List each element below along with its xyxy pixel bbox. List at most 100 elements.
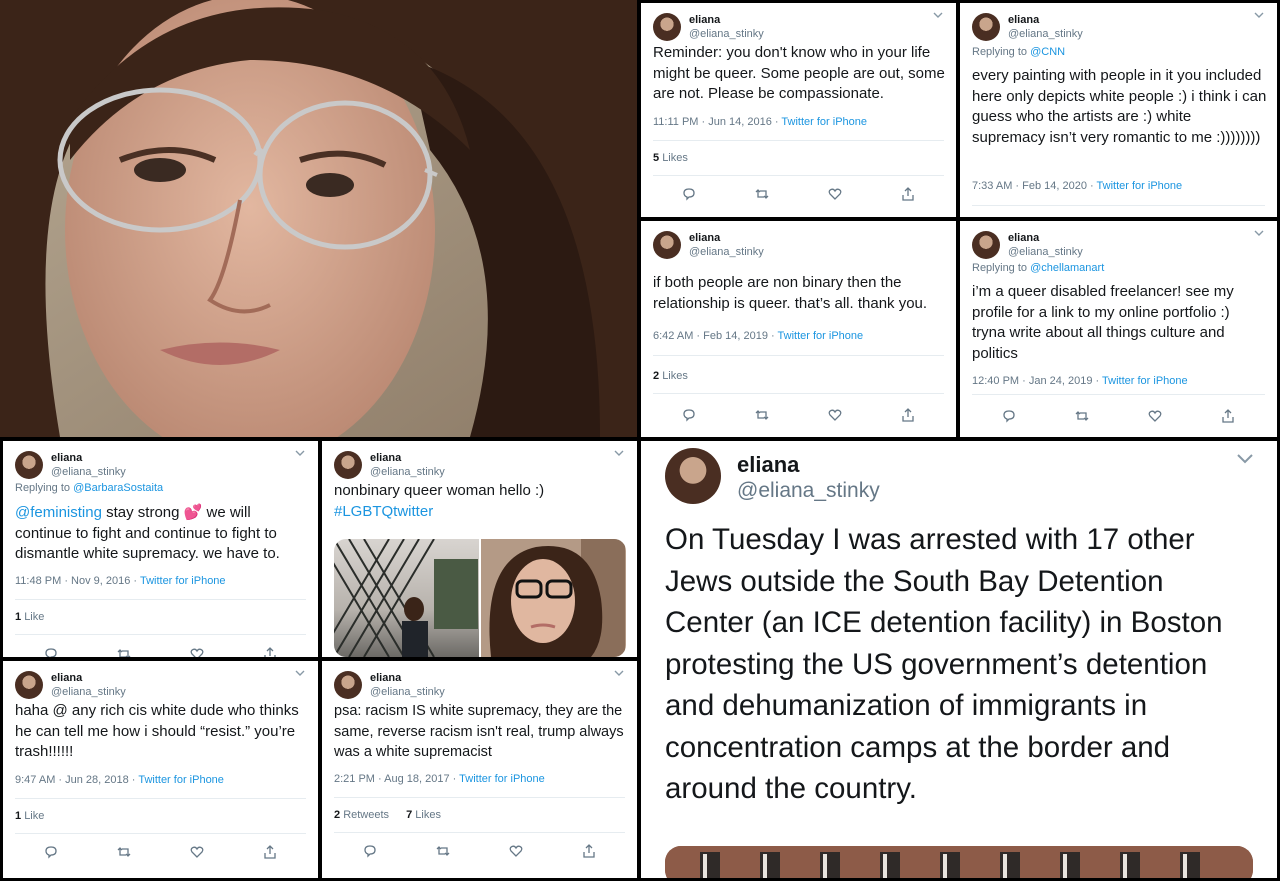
share-icon[interactable]: [262, 844, 278, 860]
display-name[interactable]: eliana: [51, 671, 126, 685]
tweet-card[interactable]: eliana @eliana_stinky if both people are…: [641, 221, 956, 437]
avatar[interactable]: [665, 448, 721, 504]
tweet-card[interactable]: eliana @eliana_stinky Reminder: you don'…: [641, 3, 956, 217]
tweet-card[interactable]: eliana @eliana_stinky Replying to @chell…: [960, 221, 1277, 437]
likes-stat[interactable]: 7 Likes: [406, 809, 441, 821]
tweet-source[interactable]: Twitter for iPhone: [1097, 180, 1183, 192]
like-icon[interactable]: [1147, 408, 1163, 424]
retweet-icon[interactable]: [754, 407, 770, 423]
tweet-source[interactable]: Twitter for iPhone: [138, 774, 224, 786]
tweet-timestamp[interactable]: 6:42 AM · Feb 14, 2019: [653, 330, 768, 342]
avatar[interactable]: [334, 671, 362, 699]
retweet-icon[interactable]: [435, 843, 451, 859]
reply-icon[interactable]: [43, 844, 59, 860]
tweet-stats[interactable]: 1 Like: [15, 810, 44, 822]
display-name[interactable]: eliana: [370, 671, 445, 685]
tweet-card[interactable]: eliana @eliana_stinky psa: racism IS whi…: [322, 661, 637, 878]
username[interactable]: @eliana_stinky: [51, 685, 126, 699]
chevron-down-icon[interactable]: [1253, 227, 1265, 239]
mention-link[interactable]: @CNN: [1030, 46, 1065, 58]
display-name[interactable]: eliana: [370, 451, 445, 465]
likes-label: Like: [24, 810, 45, 822]
tweet-card-large[interactable]: eliana @eliana_stinky On Tuesday I was a…: [641, 441, 1277, 878]
like-icon[interactable]: [827, 407, 843, 423]
reply-icon[interactable]: [681, 186, 697, 202]
display-name[interactable]: eliana: [1008, 13, 1083, 27]
reply-icon[interactable]: [43, 646, 59, 657]
username[interactable]: @eliana_stinky: [689, 27, 764, 41]
chevron-down-icon[interactable]: [613, 447, 625, 459]
reply-icon[interactable]: [362, 843, 378, 859]
username[interactable]: @eliana_stinky: [689, 245, 764, 259]
display-name[interactable]: eliana: [1008, 231, 1083, 245]
chevron-down-icon[interactable]: [932, 9, 944, 21]
tweet-card[interactable]: eliana @eliana_stinky Replying to @CNN e…: [960, 3, 1277, 217]
chevron-down-icon[interactable]: [1235, 449, 1255, 469]
display-name[interactable]: eliana: [689, 13, 764, 27]
avatar[interactable]: [653, 13, 681, 41]
tweet-timestamp[interactable]: 11:48 PM · Nov 9, 2016: [15, 575, 130, 587]
username[interactable]: @eliana_stinky: [51, 465, 126, 479]
mention-link[interactable]: @BarbaraSostaita: [73, 482, 163, 494]
media-photo-fence[interactable]: [334, 539, 479, 657]
tweet-timestamp[interactable]: 12:40 PM · Jan 24, 2019: [972, 375, 1092, 387]
tweet-source[interactable]: Twitter for iPhone: [778, 330, 864, 342]
tweet-timestamp[interactable]: 2:21 PM · Aug 18, 2017: [334, 773, 450, 785]
mention-link[interactable]: @chellamanart: [1030, 262, 1104, 274]
display-name[interactable]: eliana: [51, 451, 126, 465]
username[interactable]: @eliana_stinky: [737, 478, 880, 504]
tweet-source[interactable]: Twitter for iPhone: [781, 116, 867, 128]
retweet-icon[interactable]: [754, 186, 770, 202]
media-photo-selfie[interactable]: [481, 539, 626, 657]
tweet-stats[interactable]: 2 Likes: [653, 370, 688, 382]
like-icon[interactable]: [508, 843, 524, 859]
tweet-timestamp[interactable]: 7:33 AM · Feb 14, 2020: [972, 180, 1087, 192]
avatar[interactable]: [972, 13, 1000, 41]
reply-icon[interactable]: [681, 407, 697, 423]
tweet-source[interactable]: Twitter for iPhone: [1102, 375, 1188, 387]
tweet-stats[interactable]: 1 Like: [15, 611, 44, 623]
retweets-stat[interactable]: 2 Retweets: [334, 809, 389, 821]
share-icon[interactable]: [262, 646, 278, 657]
tweet-source[interactable]: Twitter for iPhone: [459, 773, 545, 785]
tweet-timestamp[interactable]: 9:47 AM · Jun 28, 2018: [15, 774, 129, 786]
avatar[interactable]: [653, 231, 681, 259]
share-icon[interactable]: [900, 407, 916, 423]
avatar[interactable]: [972, 231, 1000, 259]
tweet-source[interactable]: Twitter for iPhone: [140, 575, 226, 587]
tweet-media[interactable]: [665, 846, 1253, 878]
share-icon[interactable]: [900, 186, 916, 202]
avatar[interactable]: [334, 451, 362, 479]
like-icon[interactable]: [827, 186, 843, 202]
avatar[interactable]: [15, 671, 43, 699]
tweet-card[interactable]: eliana @eliana_stinky nonbinary queer wo…: [322, 441, 637, 657]
tweet-media[interactable]: [334, 539, 626, 657]
retweet-icon[interactable]: [116, 646, 132, 657]
mention-link[interactable]: @feministing: [15, 504, 102, 521]
username[interactable]: @eliana_stinky: [1008, 245, 1083, 259]
like-icon[interactable]: [189, 844, 205, 860]
tweet-stats: 2 Retweets 7 Likes: [334, 809, 441, 821]
share-icon[interactable]: [581, 843, 597, 859]
tweet-timestamp[interactable]: 11:11 PM · Jun 14, 2016: [653, 116, 772, 128]
retweet-icon[interactable]: [1074, 408, 1090, 424]
hashtag-link[interactable]: #LGBTQtwitter: [334, 503, 433, 520]
chevron-down-icon[interactable]: [1253, 9, 1265, 21]
reply-icon[interactable]: [1001, 408, 1017, 424]
chevron-down-icon[interactable]: [613, 667, 625, 679]
display-name[interactable]: eliana: [689, 231, 764, 245]
share-icon[interactable]: [1220, 408, 1236, 424]
tweet-meta: 6:42 AM · Feb 14, 2019 · Twitter for iPh…: [653, 330, 864, 342]
retweet-icon[interactable]: [116, 844, 132, 860]
username[interactable]: @eliana_stinky: [1008, 27, 1083, 41]
avatar[interactable]: [15, 451, 43, 479]
tweet-card[interactable]: eliana @eliana_stinky Replying to @Barba…: [3, 441, 318, 657]
tweet-stats[interactable]: 5 Likes: [653, 152, 688, 164]
username[interactable]: @eliana_stinky: [370, 465, 445, 479]
chevron-down-icon[interactable]: [294, 667, 306, 679]
tweet-card[interactable]: eliana @eliana_stinky haha @ any rich ci…: [3, 661, 318, 878]
display-name[interactable]: eliana: [737, 452, 880, 478]
username[interactable]: @eliana_stinky: [370, 685, 445, 699]
like-icon[interactable]: [189, 646, 205, 657]
chevron-down-icon[interactable]: [294, 447, 306, 459]
